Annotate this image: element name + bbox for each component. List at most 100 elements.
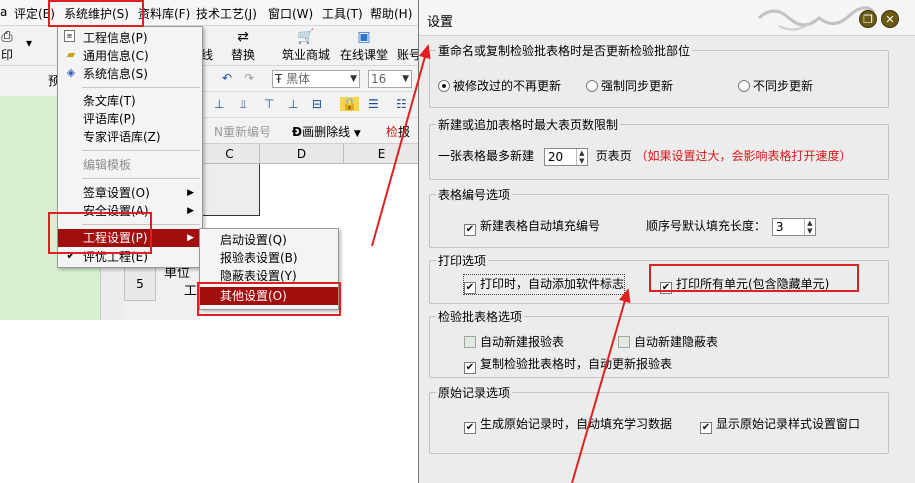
menu-item-clause-library[interactable]: 条文库(T) [58, 92, 202, 110]
menu-item-system-info[interactable]: ◈ 系统信息(S) [58, 65, 202, 83]
menu-item-signature-settings[interactable]: 签章设置(O) ▶ [58, 184, 202, 202]
checkbox-auto-report[interactable]: 自动新建报验表 [464, 333, 564, 350]
dialog-body: 重命名或复制检验批表格时是否更新检验批部位 被修改过的不再更新 强制同步更新 不… [429, 40, 901, 483]
menu-library[interactable]: 资料库(F) [138, 5, 190, 22]
report-label: 报 [398, 125, 411, 139]
radio-force-sync[interactable]: 强制同步更新 [586, 77, 673, 94]
redo-icon[interactable]: ↷ [244, 71, 254, 85]
selected-cell-range[interactable] [200, 164, 260, 216]
font-size-select[interactable]: 16 ▼ [368, 70, 412, 88]
radio-label: 被修改过的不再更新 [453, 79, 562, 93]
menu-item-security-settings[interactable]: 安全设置(A) ▶ [58, 202, 202, 220]
menu-separator [82, 178, 200, 179]
menu-a[interactable]: a [0, 5, 7, 19]
report-icon: 检 [386, 125, 399, 139]
checkbox-icon: ✔ [464, 362, 476, 374]
menu-technology[interactable]: 技术工艺(J) [196, 5, 257, 22]
column-header-e[interactable]: E [344, 144, 420, 164]
checkbox-auto-learn[interactable]: ✔ 生成原始记录时，自动填充学习数据 [464, 415, 672, 434]
online-class-button[interactable]: ▣ 在线课堂 [338, 28, 390, 63]
account-button[interactable]: 账号 [396, 28, 420, 63]
submenu-item-other-settings[interactable]: 其他设置(O) [200, 287, 338, 305]
indent-icon[interactable]: ☷ [396, 97, 407, 111]
menu-item-label: 通用信息(C) [83, 49, 149, 63]
close-button[interactable]: ✕ [881, 10, 899, 28]
renumber-button[interactable]: Ν重新编号 [214, 123, 271, 140]
menu-item-comment-library[interactable]: 评语库(P) [58, 110, 202, 128]
renumber-label: 重新编号 [222, 125, 271, 139]
store-label: 筑业商城 [281, 48, 330, 62]
group-inspection: 检验批表格选项 自动新建报验表 自动新建隐蔽表 ✔ 复制检验批表格时，自动更新报验… [429, 308, 889, 378]
menu-item-label: 签章设置(O) [83, 186, 150, 200]
menu-item-project-settings[interactable]: 工程设置(P) ▶ [58, 229, 202, 247]
checkbox-auto-hidden[interactable]: 自动新建隐蔽表 [618, 333, 718, 350]
menu-item-label: 条文库(T) [83, 94, 136, 108]
submenu-arrow-icon: ▶ [187, 233, 194, 243]
strike-line-button[interactable]: Ð画删除线 ▼ [292, 123, 361, 140]
print-button[interactable]: ⎙ 印 [0, 28, 14, 63]
group-title: 打印选项 [436, 252, 489, 269]
store-button[interactable]: 🛒 筑业商城 [280, 28, 332, 63]
menu-item-general-info[interactable]: ▰ 通用信息(C) [58, 47, 202, 65]
replace-button[interactable]: ⇄ 替换 [228, 28, 258, 63]
menu-item-excellent-project[interactable]: ✔ 评优工程(E) [58, 248, 202, 266]
radio-keep-modified[interactable]: 被修改过的不再更新 [438, 77, 561, 94]
report-button[interactable]: 检报 [386, 123, 410, 140]
align-icon-1[interactable]: ⊥ [214, 97, 224, 111]
submenu-item-report-settings[interactable]: 报验表设置(B) [200, 249, 338, 267]
group-print: 打印选项 ✔ 打印时，自动添加软件标志 ✔ 打印所有单元(包含隐藏单元) [429, 252, 889, 304]
checkbox-icon: ✔ [660, 282, 672, 294]
page-limit-stepper[interactable]: 20 ▲ ▼ [543, 147, 588, 166]
print-label: 印 [0, 48, 13, 62]
account-label: 账号 [396, 48, 420, 62]
chevron-down-icon: ▼ [402, 74, 409, 84]
align-icon-3[interactable]: ⊤ [264, 97, 274, 111]
dialog-title-bar[interactable]: 设置 ❐ ✕ [419, 0, 915, 36]
radio-no-sync[interactable]: 不同步更新 [738, 77, 813, 94]
menu-tools[interactable]: 工具(T) [322, 5, 363, 22]
checkbox-print-all[interactable]: ✔ 打印所有单元(包含隐藏单元) [660, 275, 829, 294]
format-toolbar: ↶ ↷ Ŧ 黑体 ▼ 16 ▼ [200, 66, 420, 92]
checkbox-label: 打印所有单元(包含隐藏单元) [676, 277, 830, 291]
chevron-down-icon: ▼ [350, 74, 357, 84]
menu-item-expert-comment-library[interactable]: 专家评语库(Z) [58, 128, 202, 146]
submenu-item-startup-settings[interactable]: 启动设置(Q) [200, 231, 338, 249]
undo-icon[interactable]: ↶ [222, 71, 232, 85]
lock-icon[interactable]: 🔒 [340, 97, 359, 111]
stepper-arrows-icon[interactable]: ▲ ▼ [575, 148, 587, 165]
checkbox-label: 自动新建报验表 [480, 335, 565, 349]
column-header-c[interactable]: C [200, 144, 260, 164]
font-name-select[interactable]: Ŧ 黑体 ▼ [272, 70, 360, 88]
submenu-item-hidden-table-settings[interactable]: 隐蔽表设置(Y) [200, 267, 338, 285]
toolbar-dropdown-arrow[interactable]: ▾ [22, 36, 36, 50]
checkbox-icon: ✔ [464, 422, 476, 434]
group-title: 新建或追加表格时最大表页数限制 [436, 116, 621, 133]
dialog-title: 设置 [427, 15, 454, 30]
checkbox-add-logo[interactable]: ✔ 打印时，自动添加软件标志 [462, 274, 626, 295]
checkbox-label: 显示原始记录样式设置窗口 [716, 417, 861, 431]
checkbox-auto-number[interactable]: ✔ 新建表格自动填充编号 [464, 217, 600, 236]
menu-item-label: 编辑模板 [83, 158, 132, 172]
menu-window[interactable]: 窗口(W) [268, 5, 313, 22]
submenu-arrow-icon: ▶ [187, 206, 194, 216]
align-icon-5[interactable]: ⊟ [312, 97, 322, 111]
menu-system-maintenance[interactable]: 系统维护(S) [64, 5, 129, 22]
menu-evaluate[interactable]: 评定(E) [14, 5, 55, 22]
column-header-d[interactable]: D [260, 144, 344, 164]
align-icon-4[interactable]: ⊥ [288, 97, 298, 111]
menu-bar: a 评定(E) 系统维护(S) 资料库(F) 技术工艺(J) 窗口(W) 工具(… [0, 0, 420, 26]
checkbox-label: 新建表格自动填充编号 [480, 219, 601, 233]
minimize-button[interactable]: ❐ [859, 10, 877, 28]
menu-help[interactable]: 帮助(H) [370, 5, 412, 22]
checkmark-icon: ✔ [66, 249, 76, 262]
stepper-arrows-icon[interactable]: ▲ ▼ [803, 218, 815, 235]
checkbox-copy-update[interactable]: ✔ 复制检验批表格时，自动更新报验表 [464, 355, 672, 374]
checkbox-icon [618, 336, 630, 348]
checkbox-show-style[interactable]: ✔ 显示原始记录样式设置窗口 [700, 415, 860, 434]
strike-line-label: 画删除线 [302, 125, 351, 139]
menu-item-project-info[interactable]: ≡ 工程信息(P) [58, 29, 202, 47]
align-icon-2[interactable]: ⫫ [240, 97, 247, 112]
sequence-length-stepper[interactable]: 3 ▲ ▼ [771, 217, 816, 236]
line-spacing-icon[interactable]: ☰ [368, 97, 379, 111]
row-header-5[interactable]: 5 [124, 265, 156, 301]
